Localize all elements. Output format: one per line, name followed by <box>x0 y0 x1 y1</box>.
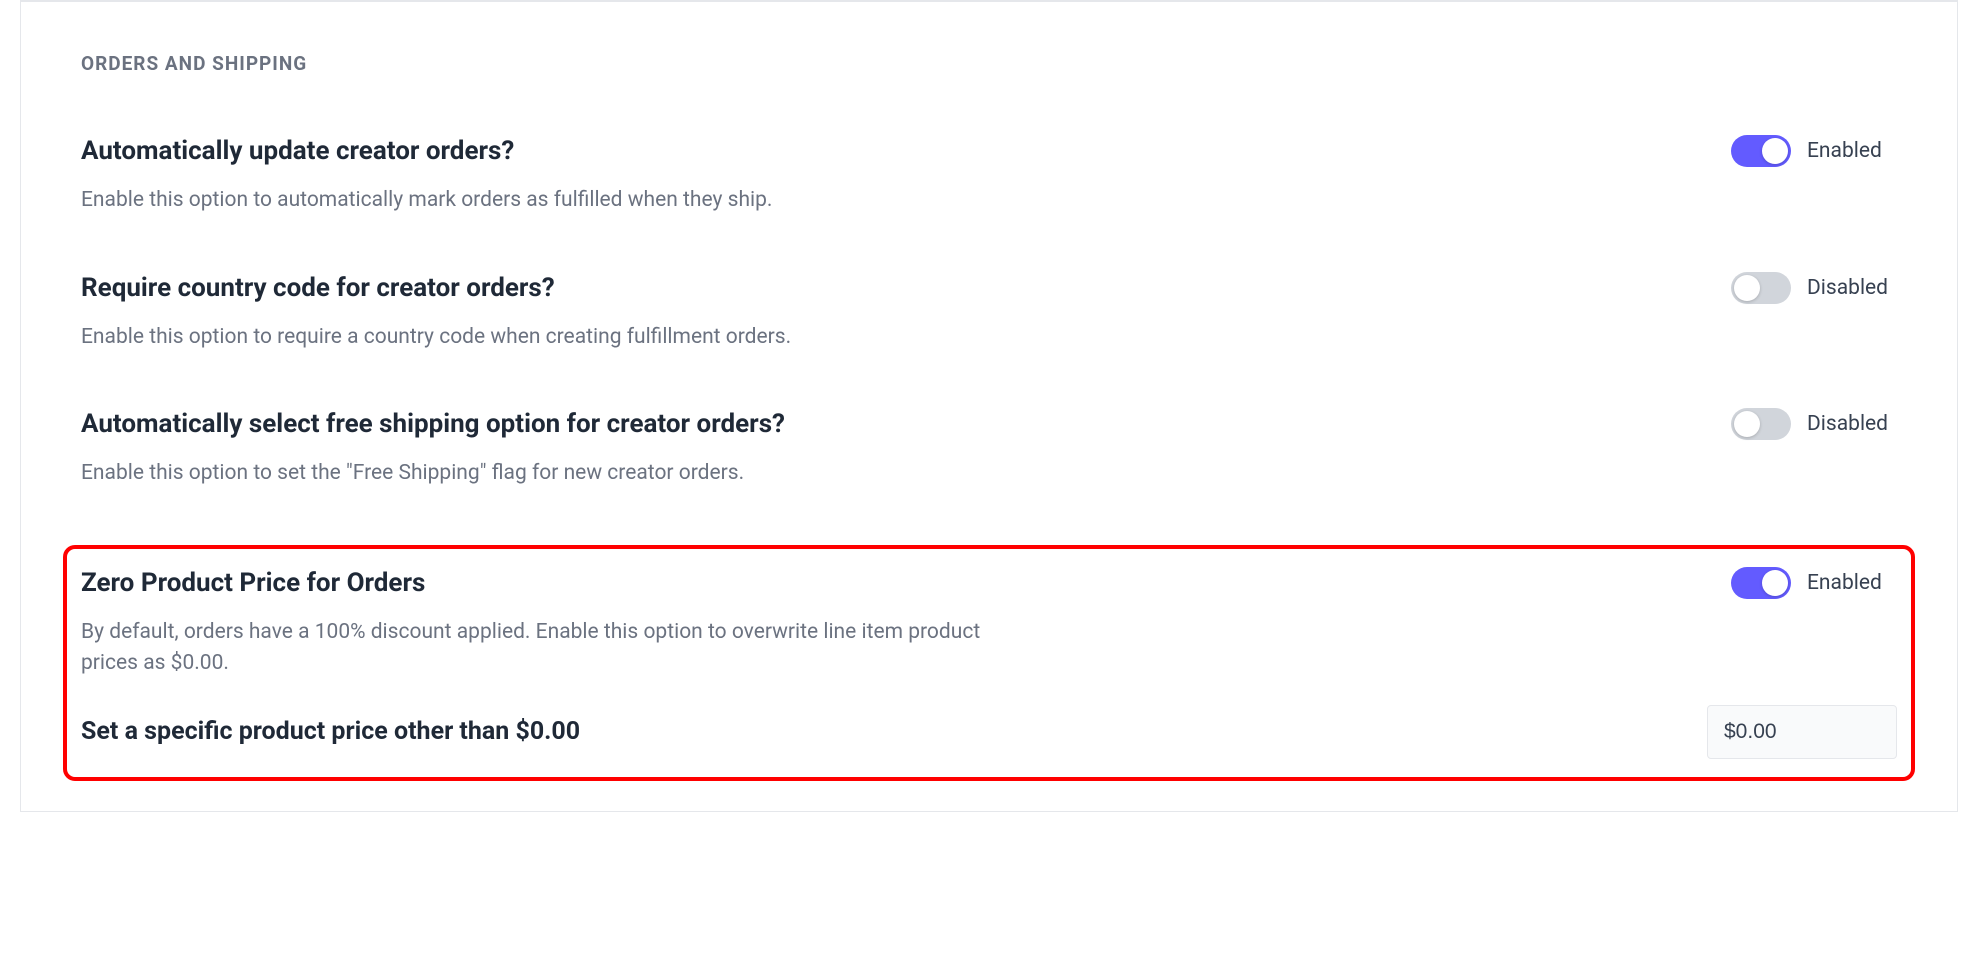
settings-container: ORDERS AND SHIPPING Automatically update… <box>20 0 1958 812</box>
toggle-status-label: Disabled <box>1807 412 1897 436</box>
highlighted-section: Zero Product Price for Orders Enabled By… <box>63 545 1915 781</box>
setting-description: Enable this option to require a country … <box>81 322 981 354</box>
toggle-status-label: Enabled <box>1807 139 1897 163</box>
toggle-knob <box>1734 411 1760 437</box>
toggle-status-label: Disabled <box>1807 276 1897 300</box>
setting-title: Automatically update creator orders? <box>81 136 514 166</box>
toggle-group: Disabled <box>1731 408 1897 440</box>
setting-zero-price: Zero Product Price for Orders Enabled By… <box>81 567 1897 680</box>
toggle-group: Disabled <box>1731 272 1897 304</box>
toggle-auto-update[interactable] <box>1731 135 1791 167</box>
toggle-country-code[interactable] <box>1731 272 1791 304</box>
toggle-zero-price[interactable] <box>1731 567 1791 599</box>
setting-description: Enable this option to set the "Free Ship… <box>81 458 981 490</box>
toggle-group: Enabled <box>1731 135 1897 167</box>
toggle-group: Enabled <box>1731 567 1897 599</box>
toggle-knob <box>1734 275 1760 301</box>
setting-require-country-code: Require country code for creator orders?… <box>81 272 1897 354</box>
price-override-label: Set a specific product price other than … <box>81 717 580 746</box>
toggle-knob <box>1762 570 1788 596</box>
toggle-status-label: Enabled <box>1807 571 1897 595</box>
toggle-knob <box>1762 138 1788 164</box>
setting-title: Zero Product Price for Orders <box>81 568 425 598</box>
setting-free-shipping: Automatically select free shipping optio… <box>81 408 1897 490</box>
setting-title: Require country code for creator orders? <box>81 273 555 303</box>
setting-description: By default, orders have a 100% discount … <box>81 617 981 680</box>
price-override-input[interactable] <box>1707 705 1897 759</box>
toggle-free-shipping[interactable] <box>1731 408 1791 440</box>
section-header: ORDERS AND SHIPPING <box>81 52 1897 75</box>
setting-title: Automatically select free shipping optio… <box>81 409 785 439</box>
setting-description: Enable this option to automatically mark… <box>81 185 981 217</box>
setting-specific-price: Set a specific product price other than … <box>81 705 1897 759</box>
setting-auto-update-orders: Automatically update creator orders? Ena… <box>81 135 1897 217</box>
